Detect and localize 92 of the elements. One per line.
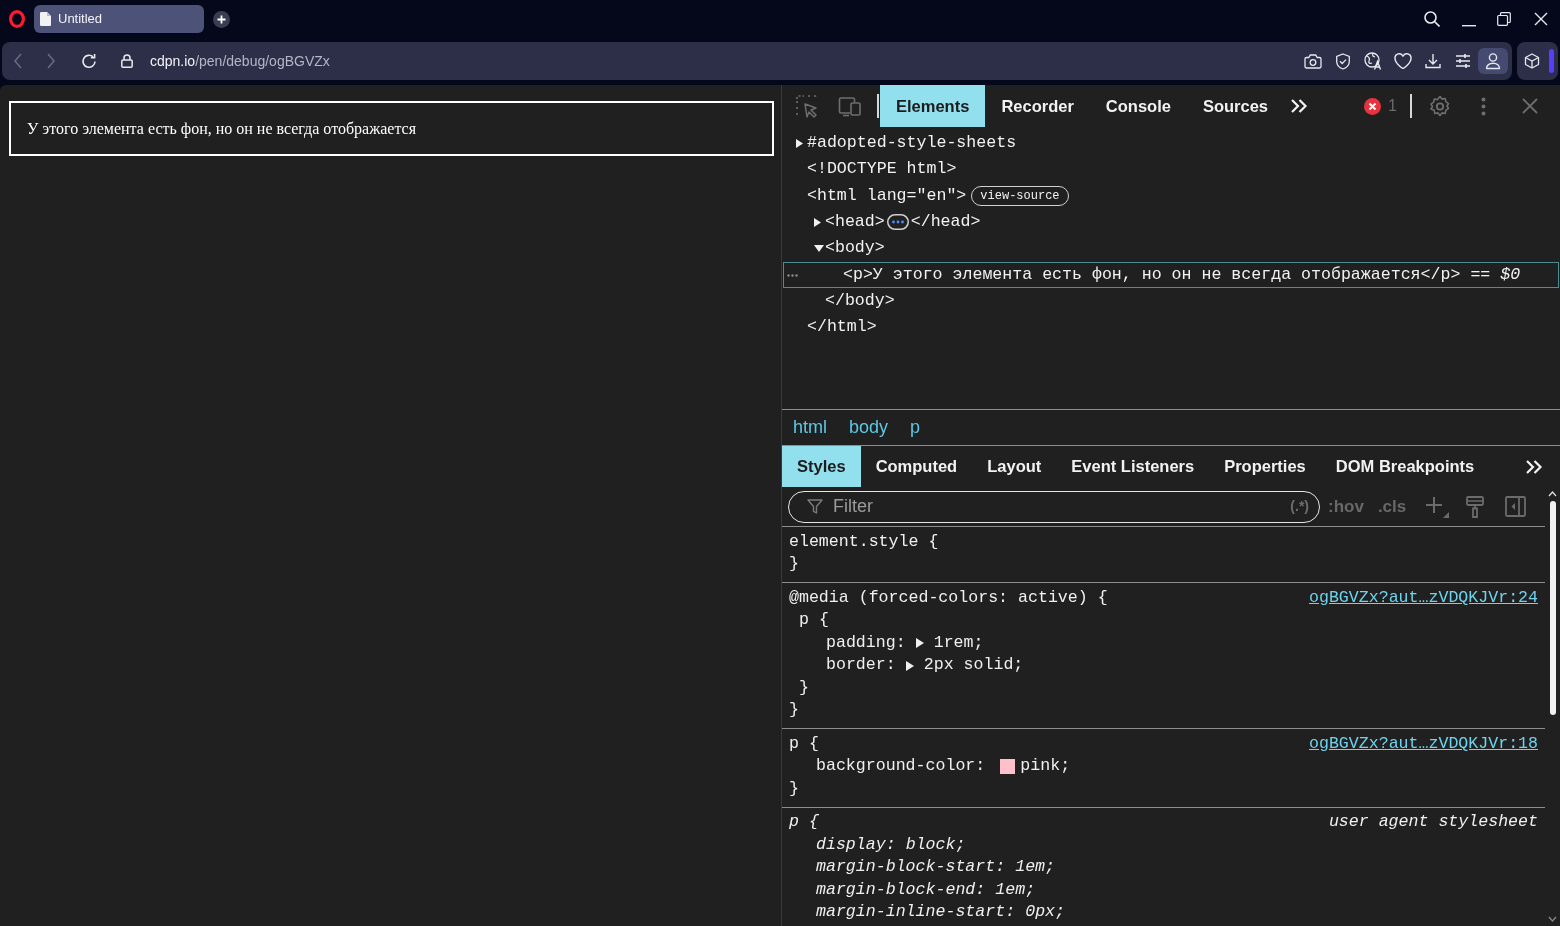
paint-roller-icon[interactable] xyxy=(1466,495,1485,518)
expand-triangle-icon[interactable] xyxy=(915,638,924,649)
panel-tab[interactable]: Elements xyxy=(880,85,986,127)
css-value: 1em; xyxy=(995,878,1036,901)
reload-icon[interactable] xyxy=(81,53,97,69)
device-toggle-icon[interactable] xyxy=(838,95,861,117)
cube-icon[interactable] xyxy=(1524,53,1540,69)
panel-tab[interactable]: Console xyxy=(1089,85,1187,127)
dom-node[interactable]: <html lang="en"> xyxy=(807,183,967,209)
address-field[interactable]: cdpn.io/pen/debug/ogBGVZx xyxy=(150,50,330,72)
indicator-bar-icon xyxy=(1549,49,1554,73)
dom-node[interactable]: <!DOCTYPE html> xyxy=(807,157,957,183)
closing-brace: } xyxy=(789,553,799,576)
dom-node[interactable]: <head> xyxy=(825,209,885,235)
browser-logo-icon[interactable] xyxy=(9,10,25,28)
css-property: margin-block-end: xyxy=(816,878,986,901)
source-link[interactable]: ogBGVZx?aut…zVDQKJVr:24 xyxy=(1308,585,1538,611)
rule-header: p { xyxy=(789,811,819,834)
css-property: display: xyxy=(816,833,896,856)
console-reference-label: == $0 xyxy=(1470,263,1521,286)
closing-brace: } xyxy=(799,676,809,699)
closing-brace: } xyxy=(789,777,799,800)
breadcrumb[interactable]: body xyxy=(849,414,889,441)
breadcrumb[interactable]: html xyxy=(793,414,827,441)
lock-icon xyxy=(121,54,133,68)
gutter-dots-icon[interactable] xyxy=(787,273,798,277)
pane-tab[interactable]: Layout xyxy=(972,446,1057,487)
color-swatch-icon[interactable] xyxy=(1000,759,1016,775)
download-icon[interactable] xyxy=(1425,53,1441,69)
css-value: 2px solid; xyxy=(923,654,1024,677)
sidebar-toggle-icon[interactable] xyxy=(1505,496,1527,517)
settings-icon[interactable] xyxy=(1429,94,1451,118)
css-value: block; xyxy=(905,833,966,856)
dom-node[interactable]: </body> xyxy=(825,289,895,314)
heart-icon[interactable] xyxy=(1394,53,1412,69)
sliders-icon[interactable] xyxy=(1455,54,1471,68)
double-chevron-icon[interactable] xyxy=(1525,458,1543,475)
rule-header: element.style { xyxy=(789,530,939,553)
css-value: 1em; xyxy=(1015,856,1056,879)
pane-tab[interactable]: Styles xyxy=(782,446,861,487)
pane-tab[interactable]: Properties xyxy=(1209,446,1321,487)
rule-header: p { xyxy=(789,732,819,755)
restore-icon[interactable] xyxy=(1497,12,1511,26)
ellipsis-icon[interactable] xyxy=(886,214,909,231)
scroll-up-icon[interactable] xyxy=(1548,491,1557,497)
dom-node[interactable]: </head> xyxy=(910,209,981,235)
globe-letter-icon[interactable] xyxy=(1364,52,1382,70)
closing-brace: } xyxy=(789,699,799,722)
inspect-cursor-icon[interactable] xyxy=(795,94,819,118)
css-property: background-color: xyxy=(816,755,986,778)
file-icon xyxy=(40,12,51,26)
minimize-icon[interactable] xyxy=(1462,25,1476,27)
css-property: border: xyxy=(826,654,896,677)
panel-tab[interactable]: Sources xyxy=(1186,85,1285,127)
back-icon[interactable] xyxy=(13,53,23,69)
pane-tab[interactable]: DOM Breakpoints xyxy=(1320,446,1490,487)
dom-node[interactable]: #adopted-style-sheets xyxy=(807,130,1017,156)
error-icon xyxy=(1364,97,1382,115)
double-chevron-icon[interactable] xyxy=(1290,98,1309,114)
search-icon[interactable] xyxy=(1424,11,1440,27)
rule-header: p { xyxy=(799,609,829,632)
css-property: margin-inline-start: xyxy=(816,901,1016,924)
plus-icon[interactable] xyxy=(213,10,230,28)
dom-node[interactable]: </html> xyxy=(807,315,877,341)
shield-check-icon[interactable] xyxy=(1335,52,1351,70)
collapse-triangle-icon[interactable] xyxy=(814,245,824,253)
breadcrumb[interactable]: p xyxy=(910,414,921,441)
css-property: padding: xyxy=(826,631,906,654)
browser-tab[interactable]: Untitled xyxy=(34,5,204,33)
pane-tab[interactable]: Computed xyxy=(860,446,973,487)
expand-triangle-icon[interactable] xyxy=(796,138,803,148)
stylesheet-origin-label: user agent stylesheet xyxy=(1328,811,1538,834)
scroll-down-icon[interactable] xyxy=(1548,916,1557,922)
expand-triangle-icon[interactable] xyxy=(814,217,821,227)
expand-triangle-icon[interactable] xyxy=(905,660,914,671)
css-value: 0px; xyxy=(1025,901,1065,924)
pane-tab[interactable]: Event Listeners xyxy=(1056,446,1210,487)
css-property: margin-block-start: xyxy=(816,856,1006,879)
scrollbar-thumb[interactable] xyxy=(1549,501,1556,715)
css-value: pink; xyxy=(1020,755,1071,778)
forward-icon[interactable] xyxy=(46,53,56,69)
css-value: 1rem; xyxy=(933,631,984,654)
dom-node[interactable]: <body> xyxy=(825,236,885,262)
camera-icon[interactable] xyxy=(1304,53,1322,69)
funnel-icon xyxy=(807,499,823,514)
source-link[interactable]: ogBGVZx?aut…zVDQKJVr:18 xyxy=(1308,731,1538,757)
panel-tab[interactable]: Recorder xyxy=(985,85,1090,127)
dom-node[interactable]: <p>У этого элемента есть фон, но он не всегда отображается</p> xyxy=(843,262,1461,288)
page-paragraph: У этого элемента есть фон, но он не всегда отображается xyxy=(9,101,774,156)
profile-icon[interactable] xyxy=(1478,48,1508,74)
kebab-menu-icon[interactable] xyxy=(1481,96,1486,116)
rule-header: @media (forced-colors: active) { xyxy=(789,586,1108,609)
